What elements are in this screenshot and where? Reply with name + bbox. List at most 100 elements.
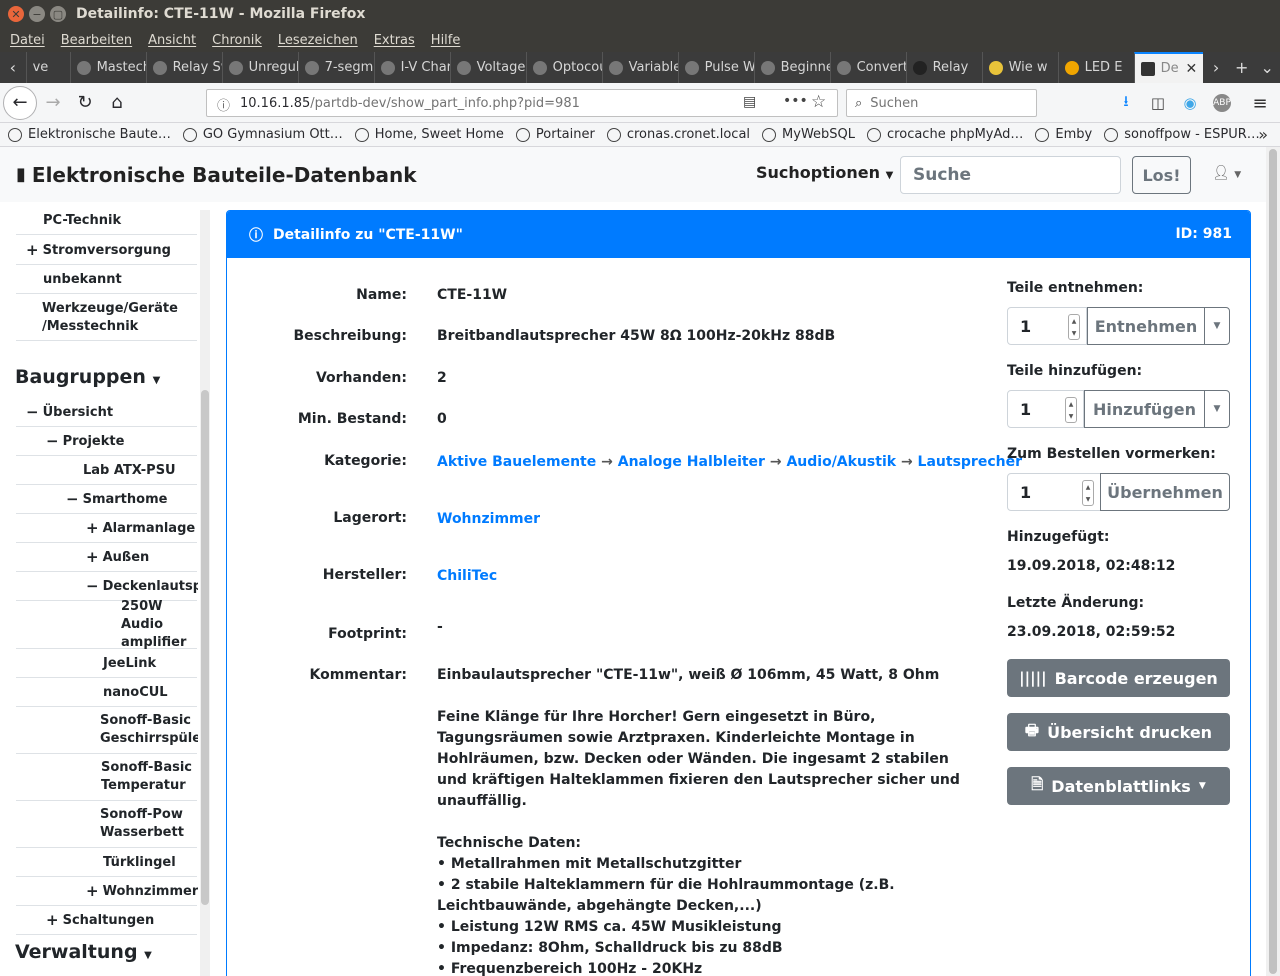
bookmark-item[interactable]: Emby xyxy=(1035,127,1092,142)
browser-search-box[interactable]: ⌕ Suchen xyxy=(846,89,1037,117)
tab-0[interactable]: ve xyxy=(25,52,70,83)
category-link-2[interactable]: Analoge Halbleiter xyxy=(618,454,765,470)
withdraw-quantity-input[interactable]: 1 ▲ ▼ xyxy=(1007,307,1087,345)
window-minimize-button[interactable]: − xyxy=(29,6,45,22)
bookmark-star-icon[interactable]: ☆ xyxy=(811,92,826,112)
collapse-icon[interactable]: − xyxy=(86,577,99,595)
adblock-icon[interactable]: ABP xyxy=(1213,94,1231,112)
tab-8[interactable]: Variable xyxy=(601,52,678,83)
tab-active[interactable]: De ✕ xyxy=(1133,52,1204,83)
collapse-icon[interactable]: − xyxy=(66,490,79,508)
sidebar-item-stromversorgung[interactable]: + Stromversorgung xyxy=(16,236,197,265)
verwaltung-heading[interactable]: Verwaltung ▼ xyxy=(15,941,152,963)
datasheet-links-button[interactable]: 🗎︎ Datenblattlinks ▼ xyxy=(1007,767,1230,805)
order-quantity-input[interactable]: 1 ▲ ▼ xyxy=(1007,473,1101,511)
add-dropdown-toggle[interactable]: ▼ xyxy=(1204,390,1230,428)
tree-item[interactable]: Sonoff-Basic Temperatur xyxy=(16,754,197,801)
tree-item[interactable]: − Übersicht xyxy=(16,398,197,427)
window-close-button[interactable]: ✕ xyxy=(8,6,24,22)
bookmark-item[interactable]: crocache phpMyAd… xyxy=(867,127,1023,142)
hamburger-menu-icon[interactable]: ≡ xyxy=(1246,89,1274,117)
brand[interactable]: ▮ Elektronische Bauteile-Datenbank xyxy=(16,163,417,187)
add-quantity-input[interactable]: 1 ▲ ▼ xyxy=(1007,390,1084,428)
forward-icon[interactable]: → xyxy=(37,87,69,119)
withdraw-button[interactable]: Entnehmen xyxy=(1087,307,1205,345)
expand-icon[interactable]: + xyxy=(46,911,59,929)
bookmark-item[interactable]: cronas.cronet.local xyxy=(606,127,750,142)
bookmark-item[interactable]: Elektronische Baute… xyxy=(8,127,171,142)
reader-view-icon[interactable]: ▤ xyxy=(743,94,756,110)
category-link-1[interactable]: Aktive Bauelemente xyxy=(437,454,596,470)
tree-item[interactable]: Sonoff-Pow Wasserbett xyxy=(16,801,197,848)
tabs-scroll-left-icon[interactable]: ‹ xyxy=(0,52,26,83)
withdraw-dropdown-toggle[interactable]: ▼ xyxy=(1204,307,1230,345)
expand-icon[interactable]: + xyxy=(86,548,99,566)
sidebar-item-unbekannt[interactable]: unbekannt xyxy=(16,265,197,294)
tab-close-icon[interactable]: ✕ xyxy=(1186,61,1198,77)
menu-datei[interactable]: Datei xyxy=(2,33,53,48)
search-options-dropdown[interactable]: Suchoptionen ▼ xyxy=(756,163,893,182)
expand-icon[interactable]: + xyxy=(86,519,99,537)
tree-item[interactable]: + Wohnzimmer xyxy=(16,877,198,906)
collapse-icon[interactable]: − xyxy=(26,403,39,421)
tab-9[interactable]: Pulse Wi xyxy=(677,52,754,83)
expand-icon[interactable]: + xyxy=(86,882,99,900)
page-scrollbar[interactable] xyxy=(1266,147,1280,976)
tab-11[interactable]: Convert A xyxy=(829,52,906,83)
sidebar-scrollbar[interactable] xyxy=(200,210,210,976)
back-icon[interactable]: ← xyxy=(3,85,37,120)
bookmark-item[interactable]: Portainer xyxy=(515,127,595,142)
tree-item[interactable]: + Schaltungen xyxy=(16,906,197,935)
tree-item[interactable]: Lab ATX-PSU xyxy=(16,456,197,485)
stepper-icon[interactable]: ▲ ▼ xyxy=(1082,480,1094,506)
downloads-icon[interactable]: ⭳ xyxy=(1112,89,1140,117)
expand-icon[interactable]: + xyxy=(26,241,39,259)
tree-item[interactable]: nanoCUL xyxy=(16,678,197,707)
category-link-3[interactable]: Audio/Akustik xyxy=(786,454,896,470)
tab-4[interactable]: 7-segme xyxy=(297,52,374,83)
storage-link[interactable]: Wohnzimmer xyxy=(437,511,540,527)
manufacturer-link[interactable]: ChiliTec xyxy=(437,568,497,584)
sidebar-toggle-icon[interactable]: ◫ xyxy=(1144,89,1172,117)
tree-item[interactable]: − Projekte xyxy=(16,427,197,456)
tab-3[interactable]: Unregula xyxy=(221,52,298,83)
bookmark-item[interactable]: MyWebSQL xyxy=(762,127,855,142)
print-overview-button[interactable]: 🖶︎ Übersicht drucken xyxy=(1007,713,1230,751)
tree-item[interactable]: + Außen xyxy=(16,543,197,572)
collapse-icon[interactable]: − xyxy=(46,432,59,450)
stepper-icon[interactable]: ▲ ▼ xyxy=(1068,314,1080,340)
user-menu[interactable]: 👤︎ ▼ xyxy=(1212,165,1241,181)
tab-14[interactable]: LED E xyxy=(1057,52,1134,83)
tree-item[interactable]: + Alarmanlage xyxy=(16,514,197,543)
stepper-icon[interactable]: ▲ ▼ xyxy=(1065,397,1077,423)
bookmark-item[interactable]: GO Gymnasium Ott… xyxy=(182,127,343,142)
bookmarks-overflow-icon[interactable]: » xyxy=(1258,125,1268,144)
menu-lesezeichen[interactable]: Lesezeichen xyxy=(270,33,366,48)
info-icon[interactable]: ⓘ xyxy=(217,95,230,114)
sidebar-item-werkzeuge[interactable]: Werkzeuge/Geräte /Messtechnik xyxy=(16,295,197,341)
tree-item[interactable]: JeeLink xyxy=(16,649,197,678)
tabs-scroll-right-icon[interactable]: › xyxy=(1203,52,1229,83)
tab-6[interactable]: Voltage A xyxy=(449,52,526,83)
ghostery-icon[interactable]: ◉ xyxy=(1176,89,1204,117)
baugruppen-heading[interactable]: Baugruppen ▼ xyxy=(15,366,160,388)
new-tab-icon[interactable]: + xyxy=(1229,52,1255,83)
menu-hilfe[interactable]: Hilfe xyxy=(423,33,469,48)
search-input[interactable]: Suche xyxy=(900,156,1121,194)
home-icon[interactable]: ⌂ xyxy=(101,87,133,119)
window-maximize-button[interactable]: ▢ xyxy=(50,6,66,22)
order-button[interactable]: Übernehmen xyxy=(1100,473,1230,511)
tab-12[interactable]: Relay xyxy=(905,52,982,83)
menu-chronik[interactable]: Chronik xyxy=(204,33,270,48)
tab-10[interactable]: Beginner xyxy=(753,52,830,83)
tab-1[interactable]: Mastech xyxy=(69,52,146,83)
menu-ansicht[interactable]: Ansicht xyxy=(140,33,204,48)
reload-icon[interactable]: ↻ xyxy=(69,87,101,119)
tab-5[interactable]: I-V Chara xyxy=(373,52,450,83)
tab-list-icon[interactable]: ⌄ xyxy=(1254,52,1280,83)
url-bar[interactable]: ⓘ 10.16.1.85/partdb-dev/show_part_info.p… xyxy=(206,89,838,117)
bookmark-item[interactable]: sonoffpow - ESPUR… xyxy=(1104,127,1260,142)
sidebar-item-pc-technik[interactable]: PC-Technik xyxy=(16,207,197,235)
menu-bearbeiten[interactable]: Bearbeiten xyxy=(53,33,140,48)
tree-item[interactable]: 250W Audio amplifier xyxy=(16,599,197,650)
